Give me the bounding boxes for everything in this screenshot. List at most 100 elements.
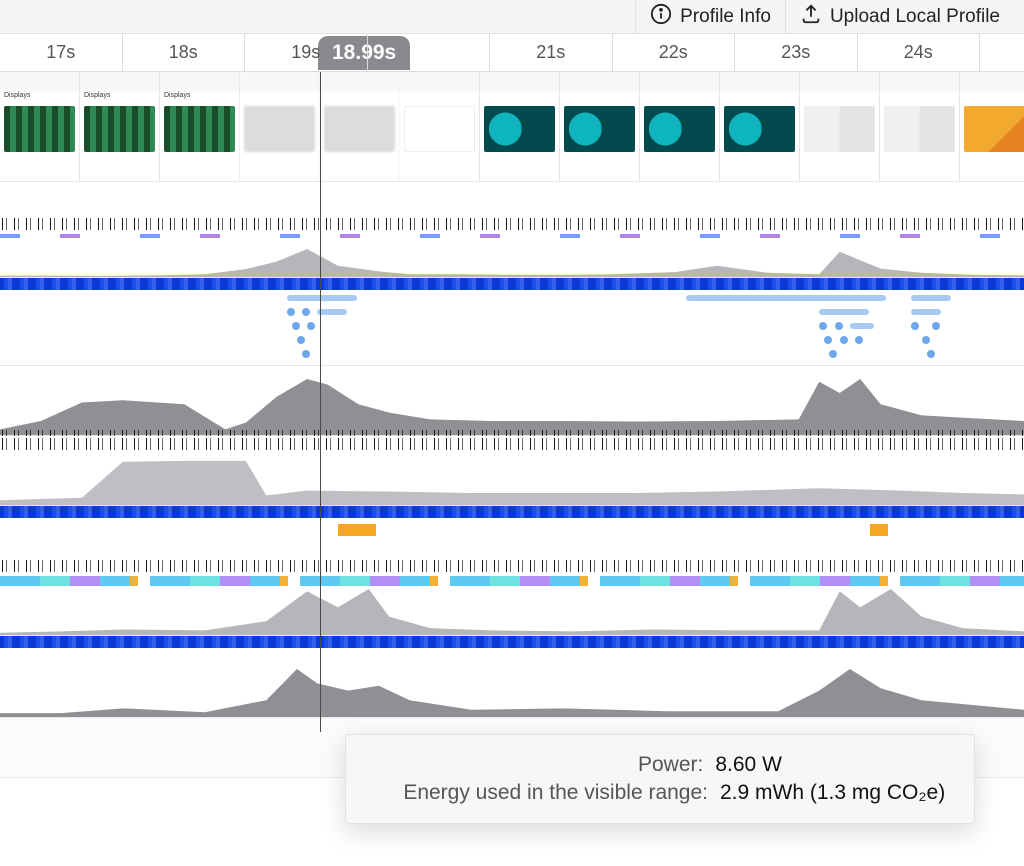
thumbnail-content bbox=[644, 106, 715, 152]
framecpu-area bbox=[0, 249, 1024, 277]
screenshot-thumbnail[interactable]: Displays bbox=[80, 72, 160, 181]
screenshot-thumbnail[interactable] bbox=[720, 72, 800, 181]
network-marker bbox=[819, 322, 827, 330]
thumbnail-page-title: Displays bbox=[84, 92, 110, 99]
network-marker bbox=[302, 350, 310, 358]
gpu-area bbox=[0, 589, 1024, 635]
network-marker bbox=[287, 295, 357, 301]
thumbnail-content bbox=[4, 106, 75, 152]
screenshot-thumbnail[interactable] bbox=[960, 72, 1024, 181]
screenshot-thumbnail[interactable]: Displays bbox=[160, 72, 240, 181]
thumbnail-content bbox=[84, 106, 155, 152]
network-dots-row-2 bbox=[0, 308, 1024, 316]
network-marker bbox=[911, 309, 941, 315]
tooltip-power-label: Power: bbox=[368, 753, 703, 777]
network-marker bbox=[911, 295, 951, 301]
network-dots-row-4 bbox=[0, 336, 1024, 344]
profile-info-button[interactable]: Profile Info bbox=[635, 0, 785, 34]
thumbnail-page-title: Displays bbox=[4, 92, 30, 99]
screenshot-strip[interactable]: Displays Displays Displays bbox=[0, 72, 1024, 182]
network-marker bbox=[307, 322, 315, 330]
screenshot-thumbnail[interactable]: Displays bbox=[0, 72, 80, 181]
network-marker bbox=[829, 350, 837, 358]
info-icon bbox=[650, 3, 672, 31]
ruler-tick: 17s bbox=[0, 34, 123, 71]
time-ruler[interactable]: 18.99s 17s18s19s21s22s23s24s bbox=[0, 34, 1024, 72]
screenshot-thumbnail[interactable] bbox=[320, 72, 400, 181]
tooltip-power-value: 8.60 W bbox=[715, 753, 782, 777]
power-track[interactable] bbox=[0, 648, 1024, 718]
ruler-tick: 23s bbox=[735, 34, 858, 71]
screenshot-thumbnail[interactable] bbox=[640, 72, 720, 181]
gpu-orange-marks bbox=[0, 524, 1024, 536]
network-track[interactable] bbox=[0, 290, 1024, 366]
sync-bar-2 bbox=[0, 506, 1024, 518]
network-marker bbox=[850, 323, 874, 329]
network-marker bbox=[302, 308, 310, 316]
network-marker bbox=[317, 309, 347, 315]
ruler-tick: 22s bbox=[613, 34, 736, 71]
screenshot-thumbnail[interactable] bbox=[800, 72, 880, 181]
thumbnail-content bbox=[564, 106, 635, 152]
screenshot-thumbnail[interactable] bbox=[560, 72, 640, 181]
upload-profile-button[interactable]: Upload Local Profile bbox=[785, 0, 1014, 34]
thumbnail-content bbox=[724, 106, 795, 152]
network-marker bbox=[287, 308, 295, 316]
power-tooltip: Power: 8.60 W Energy used in the visible… bbox=[345, 734, 975, 824]
screenshot-thumbnail[interactable] bbox=[400, 72, 480, 181]
network-marker bbox=[932, 322, 940, 330]
network-marker bbox=[835, 322, 843, 330]
screenshot-thumbnail[interactable] bbox=[240, 72, 320, 181]
network-dots-row-5 bbox=[0, 350, 1024, 358]
thumbnail-page-title: Displays bbox=[164, 92, 190, 99]
gpu-busy-marker bbox=[870, 524, 888, 536]
ruler-tick: 18s bbox=[123, 34, 246, 71]
js-cpu-area bbox=[0, 379, 1024, 435]
network-marker bbox=[686, 295, 886, 301]
network-marker bbox=[922, 336, 930, 344]
gpu-barcode bbox=[0, 560, 1024, 572]
screenshot-thumbnail[interactable] bbox=[880, 72, 960, 181]
thumbnail-content bbox=[244, 106, 315, 152]
power-area bbox=[0, 669, 1024, 717]
sync-bar-3 bbox=[0, 636, 1024, 648]
thumbnail-content bbox=[324, 106, 395, 152]
thumbnail-content bbox=[804, 106, 875, 152]
ruler-tick: 19s bbox=[245, 34, 368, 71]
gpu-track[interactable] bbox=[0, 518, 1024, 636]
network-dots-row-3 bbox=[0, 322, 1024, 330]
network-marker bbox=[911, 322, 919, 330]
network-marker bbox=[840, 336, 848, 344]
network-marker bbox=[292, 322, 300, 330]
top-toolbar: Profile Info Upload Local Profile bbox=[0, 0, 1024, 34]
upload-icon bbox=[800, 3, 822, 31]
sync-bar-1 bbox=[0, 278, 1024, 290]
ruler-tick bbox=[368, 34, 491, 71]
network-marker bbox=[824, 336, 832, 344]
thumbnail-content bbox=[164, 106, 235, 152]
thumbnail-content bbox=[484, 106, 555, 152]
network-marker bbox=[297, 336, 305, 344]
screenshot-thumbnail[interactable] bbox=[480, 72, 560, 181]
ruler-tick: 24s bbox=[858, 34, 981, 71]
ruler-tick: 21s bbox=[490, 34, 613, 71]
network-marker bbox=[819, 309, 869, 315]
thumbnail-content bbox=[404, 106, 475, 152]
frame-barcode bbox=[0, 218, 1024, 230]
network-marker bbox=[927, 350, 935, 358]
upload-profile-label: Upload Local Profile bbox=[830, 6, 1000, 28]
tooltip-energy-label: Energy used in the visible range: bbox=[368, 781, 708, 805]
memory-track[interactable] bbox=[0, 436, 1024, 506]
tracks-container[interactable] bbox=[0, 182, 1024, 778]
gpu-busy-marker bbox=[338, 524, 376, 536]
gpu-color-rail bbox=[0, 576, 1024, 586]
js-cpu-track[interactable] bbox=[0, 366, 1024, 436]
frames-track[interactable] bbox=[0, 182, 1024, 278]
tooltip-energy-value: 2.9 mWh (1.3 mg CO₂e) bbox=[720, 781, 945, 805]
paint-markers-rail bbox=[0, 234, 1024, 238]
thumbnail-content bbox=[964, 106, 1024, 152]
thumbnail-content bbox=[884, 106, 955, 152]
memory-area bbox=[0, 457, 1024, 505]
network-marker bbox=[855, 336, 863, 344]
network-dots-row-1 bbox=[0, 294, 1024, 302]
